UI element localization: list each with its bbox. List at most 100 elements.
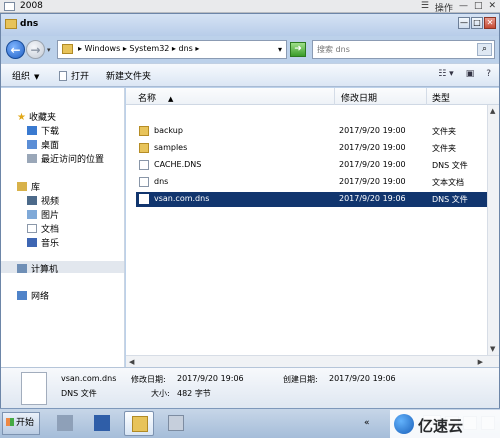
nav-recent[interactable]: 最近访问的位置 [27,152,104,165]
history-dropdown-icon[interactable]: ▾ [47,46,55,54]
watermark: 亿速云 [390,410,500,438]
open-button[interactable]: 打开 [59,69,89,82]
nav-libraries[interactable]: 库 [17,180,40,193]
computer-icon [17,264,27,273]
window-title: dns [20,19,39,29]
file-list: 名称 ▲ 修改日期 类型 backup 2017/9/20 19:00 文件夹 s… [126,88,499,367]
nav-network-label: 网络 [31,292,50,302]
breadcrumb[interactable]: ▸ Windows ▸ System32 ▸ dns ▸ [78,44,199,53]
column-divider[interactable] [426,88,427,105]
file-row[interactable]: vsan.com.dns 2017/9/20 19:06 DNS 文件 [136,192,496,207]
folder-icon [139,126,149,136]
search-box[interactable]: ⌕ [312,40,495,59]
vertical-scrollbar[interactable]: ▲ ▼ [487,105,499,367]
nav-favorites-label: 收藏夹 [28,113,56,123]
taskbar-explorer[interactable] [124,411,154,436]
nav-desktop[interactable]: 桌面 [27,138,59,151]
details-size: 482 字节 [177,389,211,398]
column-name[interactable]: 名称 ▲ [138,91,173,104]
taskbar-powershell[interactable] [87,411,117,436]
show-hidden-icons[interactable]: « [364,418,370,428]
file-modified: 2017/9/20 19:00 [339,143,406,152]
file-type: DNS 文件 [432,195,468,204]
organize-button[interactable]: 组织 ▼ [12,69,39,82]
nav-recent-label: 最近访问的位置 [41,155,105,165]
view-controls: ☷ ▾ ▣ ? [438,69,491,79]
file-row[interactable]: dns 2017/9/20 19:00 文本文档 [136,175,496,190]
details-modified-label: 修改日期: [131,375,166,384]
file-type: 文件夹 [432,144,456,153]
details-created: 2017/9/20 19:06 [329,374,396,383]
video-icon [27,196,37,205]
maximize-button[interactable]: □ [471,17,483,29]
scroll-right-icon[interactable]: ▶ [478,358,483,366]
file-row[interactable]: samples 2017/9/20 19:00 文件夹 [136,141,496,156]
title-bar: dns — □ ✕ [1,14,499,36]
address-bar[interactable]: ▸ Windows ▸ System32 ▸ dns ▸ ▾ [57,40,287,59]
music-icon [27,238,37,247]
new-folder-button[interactable]: 新建文件夹 [106,69,151,82]
library-icon [17,182,27,191]
file-modified: 2017/9/20 19:00 [339,126,406,135]
help-icon[interactable]: ? [486,69,491,79]
back-button[interactable]: ← [6,40,25,59]
address-dropdown-icon[interactable]: ▾ [278,45,282,54]
nav-libraries-label: 库 [31,183,41,193]
new-folder-label: 新建文件夹 [106,72,152,82]
nav-videos[interactable]: 视频 [27,194,59,207]
file-row[interactable]: backup 2017/9/20 19:00 文件夹 [136,124,496,139]
taskbar-network[interactable] [161,411,191,436]
session-icon [4,2,15,11]
scroll-up-icon[interactable]: ▲ [490,107,495,115]
nav-pictures-label: 图片 [41,211,60,221]
column-divider[interactable] [334,88,335,105]
minimize-button[interactable]: — [458,17,470,29]
session-title: 2008 [20,1,43,11]
organize-label: 组织 [12,72,31,82]
view-options-icon[interactable]: ☷ ▾ [438,69,453,79]
column-type[interactable]: 类型 [432,91,450,104]
nav-downloads[interactable]: 下载 [27,124,59,137]
nav-computer[interactable]: 计算机 [17,262,58,275]
file-name: samples [154,143,188,152]
network-tool-icon [168,415,184,431]
download-icon [27,126,37,135]
start-button[interactable]: 开始 [2,412,40,435]
folder-icon [62,44,73,54]
address-row: ← → ▾ ▸ Windows ▸ System32 ▸ dns ▸ ▾ ➜ ⌕ [1,36,499,62]
file-icon [139,177,149,187]
close-button[interactable]: ✕ [484,17,496,29]
search-input[interactable] [317,43,467,56]
details-modified: 2017/9/20 19:06 [177,374,244,383]
nav-videos-label: 视频 [41,197,60,207]
file-type: DNS 文件 [432,161,468,170]
star-icon: ★ [17,112,26,123]
nav-favorites[interactable]: ★ 收藏夹 [17,110,56,123]
file-row[interactable]: CACHE.DNS 2017/9/20 19:00 DNS 文件 [136,158,496,173]
watermark-text: 亿速云 [418,417,464,435]
preview-pane-icon[interactable]: ▣ [466,69,475,79]
taskbar-server-manager[interactable] [50,411,80,436]
picture-icon [27,210,37,219]
nav-music-label: 音乐 [41,239,60,249]
scroll-down-icon[interactable]: ▼ [490,345,495,353]
powershell-icon [94,415,110,431]
forward-button[interactable]: → [26,40,45,59]
search-icon[interactable]: ⌕ [477,43,492,56]
nav-documents[interactable]: 文档 [27,222,59,235]
file-modified: 2017/9/20 19:00 [339,160,406,169]
folder-icon [5,19,17,29]
details-type: DNS 文件 [61,389,97,398]
horizontal-scrollbar[interactable]: ◀ ▶ [126,355,499,367]
column-modified[interactable]: 修改日期 [341,91,377,104]
file-modified: 2017/9/20 19:00 [339,177,406,186]
network-icon [17,291,27,300]
nav-network[interactable]: 网络 [17,289,49,302]
nav-pictures[interactable]: 图片 [27,208,59,221]
go-button[interactable]: ➜ [290,42,306,57]
file-name: backup [154,126,183,135]
document-icon [27,224,37,233]
scroll-left-icon[interactable]: ◀ [129,358,134,366]
details-pane: vsan.com.dns 修改日期: 2017/9/20 19:06 创建日期:… [1,367,499,408]
nav-music[interactable]: 音乐 [27,236,59,249]
